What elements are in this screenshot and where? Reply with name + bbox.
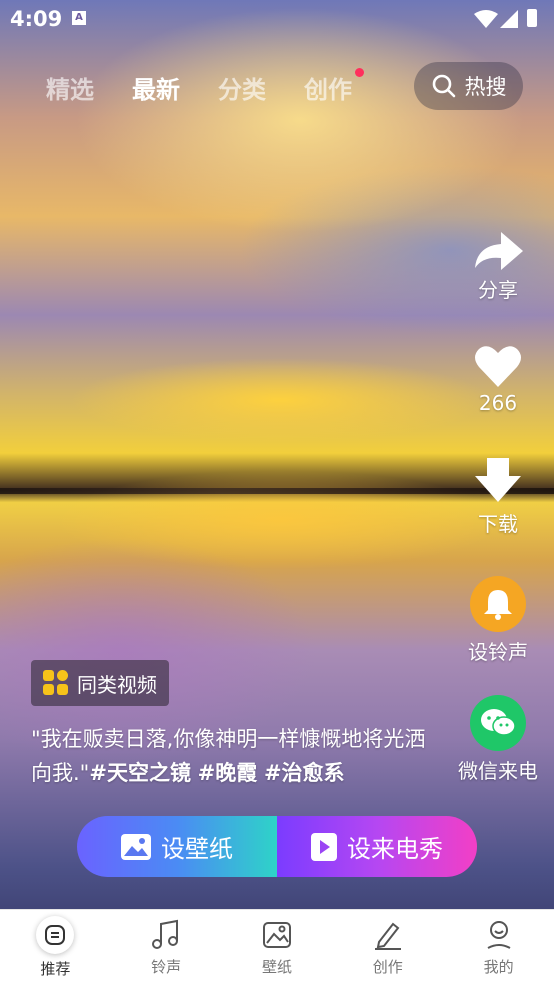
hashtag[interactable]: #治愈系 (264, 761, 345, 785)
share-label: 分享 (478, 278, 518, 302)
image-icon (262, 922, 291, 948)
new-badge-dot (355, 68, 364, 77)
download-button[interactable]: 下载 (450, 458, 546, 537)
share-button[interactable]: 分享 (450, 232, 546, 303)
bell-icon (484, 590, 512, 620)
wechat-ringtone-button[interactable]: 微信来电 (450, 695, 546, 784)
hashtag[interactable]: #晚霞 (198, 761, 258, 785)
nav-create[interactable]: 创作 (348, 910, 428, 977)
hashtag[interactable]: #天空之镜 (89, 761, 191, 785)
set-wallpaper-label: 设壁纸 (161, 835, 233, 863)
user-icon (487, 921, 511, 949)
wechat-icon (481, 709, 516, 736)
status-time: 4:09 (10, 7, 63, 31)
tab-create[interactable]: 创作 (304, 68, 364, 105)
nav-ringtones-label: 铃声 (151, 958, 182, 976)
video-caption: "我在贩卖日落,你像神明一样慷慨地将光洒向我."#天空之镜 #晚霞 #治愈系 (31, 722, 431, 790)
set-video-ringtone-button[interactable]: 设来电秀 (277, 816, 477, 877)
home-icon (45, 925, 66, 945)
like-count: 266 (478, 391, 518, 415)
nav-wallpapers-label: 壁纸 (261, 958, 292, 976)
tab-categories[interactable]: 分类 (218, 70, 266, 105)
play-icon (311, 832, 337, 861)
similar-videos-label: 同类视频 (77, 672, 157, 697)
action-buttons: 设壁纸 设来电秀 (77, 816, 477, 877)
nav-create-label: 创作 (372, 958, 403, 976)
tab-create-label: 创作 (304, 76, 352, 104)
share-icon (475, 232, 523, 270)
tab-latest[interactable]: 最新 (132, 70, 180, 105)
like-button[interactable]: 266 (450, 345, 546, 415)
wechat-circle (470, 695, 526, 751)
music-icon (152, 919, 179, 949)
grid-icon (43, 670, 68, 695)
tab-featured[interactable]: 精选 (46, 70, 94, 105)
download-icon (475, 458, 521, 502)
nav-recommend-label: 推荐 (40, 960, 71, 978)
notification-a-icon: A (72, 11, 86, 25)
set-wallpaper-button[interactable]: 设壁纸 (77, 816, 277, 877)
set-ringtone-button[interactable]: 设铃声 (450, 576, 546, 665)
wechat-ringtone-label: 微信来电 (458, 759, 538, 783)
home-bubble (36, 916, 75, 954)
nav-recommend[interactable]: 推荐 (15, 910, 95, 979)
nav-profile-label: 我的 (483, 958, 514, 976)
image-icon (121, 833, 151, 860)
nav-profile[interactable]: 我的 (459, 910, 539, 977)
pencil-icon (374, 922, 401, 950)
top-tabs: 精选 最新 分类 创作 (46, 68, 364, 105)
similar-videos-button[interactable]: 同类视频 (31, 660, 169, 706)
set-ringtone-label: 设铃声 (468, 640, 528, 664)
download-label: 下载 (478, 512, 518, 536)
ringtone-circle (470, 576, 526, 632)
heart-icon (475, 346, 521, 387)
bottom-navigation: 推荐 铃声 壁纸 创作 我的 (0, 909, 554, 986)
set-video-ringtone-label: 设来电秀 (347, 835, 443, 863)
nav-ringtones[interactable]: 铃声 (126, 910, 206, 977)
nav-wallpapers[interactable]: 壁纸 (237, 910, 317, 977)
